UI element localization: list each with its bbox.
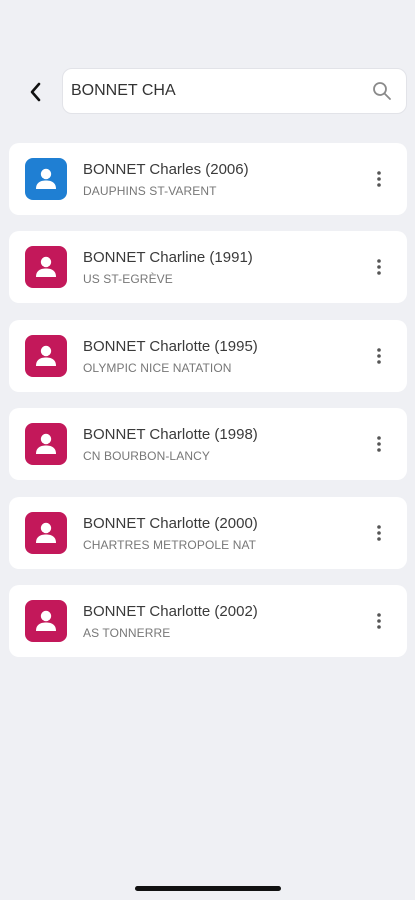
avatar [25,158,67,200]
person-icon [36,168,56,189]
person-icon [36,257,56,278]
more-vertical-icon [377,524,381,541]
more-vertical-icon [377,259,381,276]
swimmer-name: BONNET Charlotte (1998) [83,426,258,444]
swimmer-card[interactable]: BONNET Charline (1991) US ST-EGRÈVE [9,231,407,304]
search-header [0,68,415,116]
swimmer-card[interactable]: BONNET Charlotte (1995) OLYMPIC NICE NAT… [9,319,407,392]
swimmer-name: BONNET Charline (1991) [83,249,253,267]
avatar [25,246,67,289]
home-indicator[interactable] [135,886,281,891]
swimmer-card[interactable]: BONNET Charles (2006) DAUPHINS ST-VARENT [9,143,407,215]
avatar [25,334,67,377]
person-icon [36,522,56,543]
swimmer-card[interactable]: BONNET Charlotte (2000) CHARTRES METROPO… [9,496,407,569]
swimmer-card[interactable]: BONNET Charlotte (1998) CN BOURBON-LANCY [9,408,407,481]
swimmer-card[interactable]: BONNET Charlotte (2002) AS TONNERRE [9,584,407,657]
more-vertical-icon [377,171,381,187]
more-vertical-icon [377,347,381,364]
person-icon [36,610,56,631]
chevron-left-icon [30,82,41,102]
swimmer-name: BONNET Charlotte (1995) [83,337,258,355]
avatar [25,423,67,466]
more-vertical-icon [377,613,381,629]
more-vertical-icon [377,436,381,452]
more-options-button[interactable] [367,344,391,368]
swimmer-name: BONNET Charlotte (2000) [83,514,258,532]
avatar [25,599,67,642]
swimmer-name: BONNET Charlotte (2002) [83,602,258,620]
avatar [25,511,67,554]
search-icon[interactable] [372,81,392,101]
more-options-button[interactable] [367,432,391,456]
search-box[interactable] [62,68,407,114]
person-icon [36,345,56,366]
swimmer-club: OLYMPIC NICE NATATION [83,360,232,375]
swimmer-club: AS TONNERRE [83,625,171,640]
person-icon [36,433,56,455]
swimmer-club: CN BOURBON-LANCY [83,449,210,464]
results-list: BONNET Charles (2006) DAUPHINS ST-VARENT… [9,143,407,673]
back-button[interactable] [22,78,50,106]
more-options-button[interactable] [367,255,391,279]
swimmer-club: US ST-EGRÈVE [83,272,173,287]
swimmer-name: BONNET Charles (2006) [83,161,249,178]
more-options-button[interactable] [367,609,391,633]
swimmer-club: CHARTRES METROPOLE NAT [83,537,257,552]
more-options-button[interactable] [367,167,391,191]
swimmer-club: DAUPHINS ST-VARENT [83,184,217,198]
search-input[interactable] [71,69,361,113]
more-options-button[interactable] [367,521,391,545]
